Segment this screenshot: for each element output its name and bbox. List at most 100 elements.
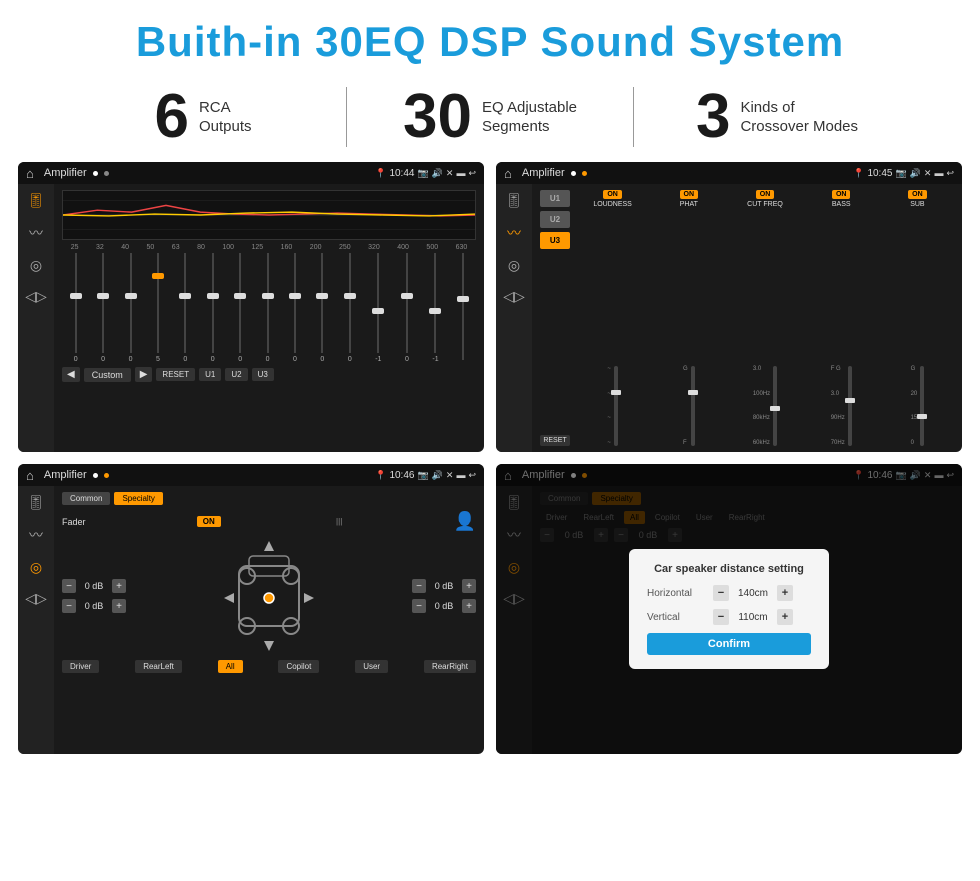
location-icon-eq: 📍	[375, 168, 386, 179]
eq-reset-button[interactable]: RESET	[156, 368, 195, 381]
fader-on-button[interactable]: ON	[197, 516, 221, 527]
confirm-button[interactable]: Confirm	[647, 633, 811, 655]
xover-cutfreq-label: CUT FREQ	[747, 201, 783, 208]
fader-copilot-button[interactable]: Copilot	[278, 660, 319, 673]
eq-slider-6[interactable]: 0	[211, 253, 215, 363]
nav-wave-icon[interactable]: 〰	[29, 223, 43, 243]
xover-reset-button[interactable]: RESET	[540, 435, 570, 446]
fader-minus-1[interactable]: −	[62, 579, 76, 593]
nav-speaker-icon[interactable]: ◎	[30, 257, 42, 274]
xover-sub-track[interactable]	[920, 366, 924, 446]
fader-rearright-button[interactable]: RearRight	[424, 660, 476, 673]
nav-eq-icon-fader[interactable]: 🎚	[27, 494, 45, 511]
xover-sub-on[interactable]: ON	[908, 190, 927, 199]
eq-slider-2[interactable]: 0	[101, 253, 105, 363]
nav-wave-icon-xover[interactable]: 〰	[507, 223, 521, 243]
eq-u1-button[interactable]: U1	[199, 368, 221, 381]
xover-cutfreq-col: ON CUT FREQ 3.0 100Hz 80kHz 60kHz	[728, 190, 801, 446]
eq-slider-15[interactable]	[462, 253, 464, 363]
fader-minus-4[interactable]: −	[412, 599, 426, 613]
screen-eq-inner: 🎚 〰 ◎ ◁▷ 25 32	[18, 184, 484, 452]
xover-phat-on[interactable]: ON	[680, 190, 699, 199]
nav-wave-icon-fader[interactable]: 〰	[29, 525, 43, 545]
eq-u3-button[interactable]: U3	[252, 368, 274, 381]
fader-minus-2[interactable]: −	[62, 599, 76, 613]
nav-speaker-icon-xover[interactable]: ◎	[508, 257, 520, 274]
fader-plus-4[interactable]: +	[462, 599, 476, 613]
eq-slider-5[interactable]: 0	[183, 253, 187, 363]
eq-prev-button[interactable]: ◀	[62, 367, 80, 382]
fader-plus-1[interactable]: +	[112, 579, 126, 593]
eq-slider-1[interactable]: 0	[74, 253, 78, 363]
status-icons-xover: 📍 10:45 📷 🔊 ✕ ▬ ↩	[853, 168, 954, 179]
fader-tab-common[interactable]: Common	[62, 492, 110, 505]
fader-db-val-1: 0 dB	[80, 581, 108, 591]
nav-eq-icon[interactable]: 🎚	[27, 192, 45, 209]
home-icon-eq[interactable]: ⌂	[26, 166, 34, 181]
xover-sub-label: SUB	[910, 201, 924, 208]
xover-cutfreq-thumb[interactable]	[770, 406, 780, 411]
nav-vol-icon-xover[interactable]: ◁▷	[503, 288, 525, 305]
eq-slider-4[interactable]: 5	[156, 253, 160, 363]
eq-slider-8[interactable]: 0	[266, 253, 270, 363]
eq-next-button[interactable]: ▶	[135, 367, 153, 382]
xover-loudness-thumb[interactable]	[611, 390, 621, 395]
dialog-horizontal-minus[interactable]: −	[713, 585, 729, 601]
dialog-horizontal-plus[interactable]: +	[777, 585, 793, 601]
home-icon-fader[interactable]: ⌂	[26, 468, 34, 483]
fader-tab-specialty[interactable]: Specialty	[114, 492, 162, 505]
nav-speaker-icon-fader[interactable]: ◎	[30, 559, 42, 576]
eq-slider-9[interactable]: 0	[293, 253, 297, 363]
xover-phat-track[interactable]	[691, 366, 695, 446]
nav-eq-icon-xover[interactable]: 🎚	[505, 192, 523, 209]
xover-cutfreq-track[interactable]	[773, 366, 777, 446]
app-label-fader: Amplifier	[44, 469, 87, 481]
eq-u2-button[interactable]: U2	[225, 368, 247, 381]
fader-minus-3[interactable]: −	[412, 579, 426, 593]
xover-bass-on[interactable]: ON	[832, 190, 851, 199]
fader-plus-2[interactable]: +	[112, 599, 126, 613]
fader-driver-button[interactable]: Driver	[62, 660, 99, 673]
xover-sub-slider: G 20 15 0	[881, 210, 954, 446]
xover-bass-track[interactable]	[848, 366, 852, 446]
screen-xover-inner: 🎚 〰 ◎ ◁▷ U1 U2 U3 RESET ON LOUDNESS	[496, 184, 962, 452]
xover-phat-slider: G F	[652, 210, 725, 446]
camera-icon-fader: 📷	[417, 470, 428, 481]
dialog-vertical-plus[interactable]: +	[777, 609, 793, 625]
nav-vol-icon[interactable]: ◁▷	[25, 288, 47, 305]
dialog-vertical-minus[interactable]: −	[713, 609, 729, 625]
back-icon-fader[interactable]: ↩	[468, 470, 476, 481]
xover-sub-thumb[interactable]	[917, 414, 927, 419]
xover-cutfreq-on[interactable]: ON	[756, 190, 775, 199]
fader-plus-3[interactable]: +	[462, 579, 476, 593]
xover-loudness-col: ON LOUDNESS ~~~~	[576, 190, 649, 446]
eq-slider-7[interactable]: 0	[238, 253, 242, 363]
home-icon-xover[interactable]: ⌂	[504, 166, 512, 181]
back-icon-eq[interactable]: ↩	[468, 168, 476, 179]
eq-slider-14[interactable]: -1	[432, 253, 438, 363]
nav-vol-icon-fader[interactable]: ◁▷	[25, 590, 47, 607]
eq-slider-10[interactable]: 0	[320, 253, 324, 363]
xover-u1-button[interactable]: U1	[540, 190, 570, 207]
dialog-vertical-row: Vertical − 110cm +	[647, 609, 811, 625]
battery-icon-fader: ▬	[456, 470, 465, 480]
fader-db-row-3: − 0 dB +	[412, 579, 476, 593]
xover-phat-thumb[interactable]	[688, 390, 698, 395]
xover-bass-thumb[interactable]	[845, 398, 855, 403]
xover-loudness-track[interactable]	[614, 366, 618, 446]
fader-user-button[interactable]: User	[355, 660, 388, 673]
xover-u3-button[interactable]: U3	[540, 232, 570, 249]
screen-eq: ⌂ Amplifier 📍 10:44 📷 🔊 ✕ ▬ ↩ 🎚 〰 ◎ ◁▷	[18, 162, 484, 452]
status-dot-eq2	[104, 171, 109, 176]
fader-right-controls: − 0 dB + − 0 dB +	[412, 579, 476, 613]
fader-rearleft-button[interactable]: RearLeft	[135, 660, 182, 673]
eq-slider-13[interactable]: 0	[405, 253, 409, 363]
back-icon-xover[interactable]: ↩	[946, 168, 954, 179]
eq-slider-11[interactable]: 0	[348, 253, 352, 363]
eq-slider-3[interactable]: 0	[129, 253, 133, 363]
side-nav-fader: 🎚 〰 ◎ ◁▷	[18, 486, 54, 754]
fader-all-button[interactable]: All	[218, 660, 243, 673]
eq-slider-12[interactable]: -1	[375, 253, 381, 363]
xover-u2-button[interactable]: U2	[540, 211, 570, 228]
xover-loudness-on[interactable]: ON	[603, 190, 622, 199]
